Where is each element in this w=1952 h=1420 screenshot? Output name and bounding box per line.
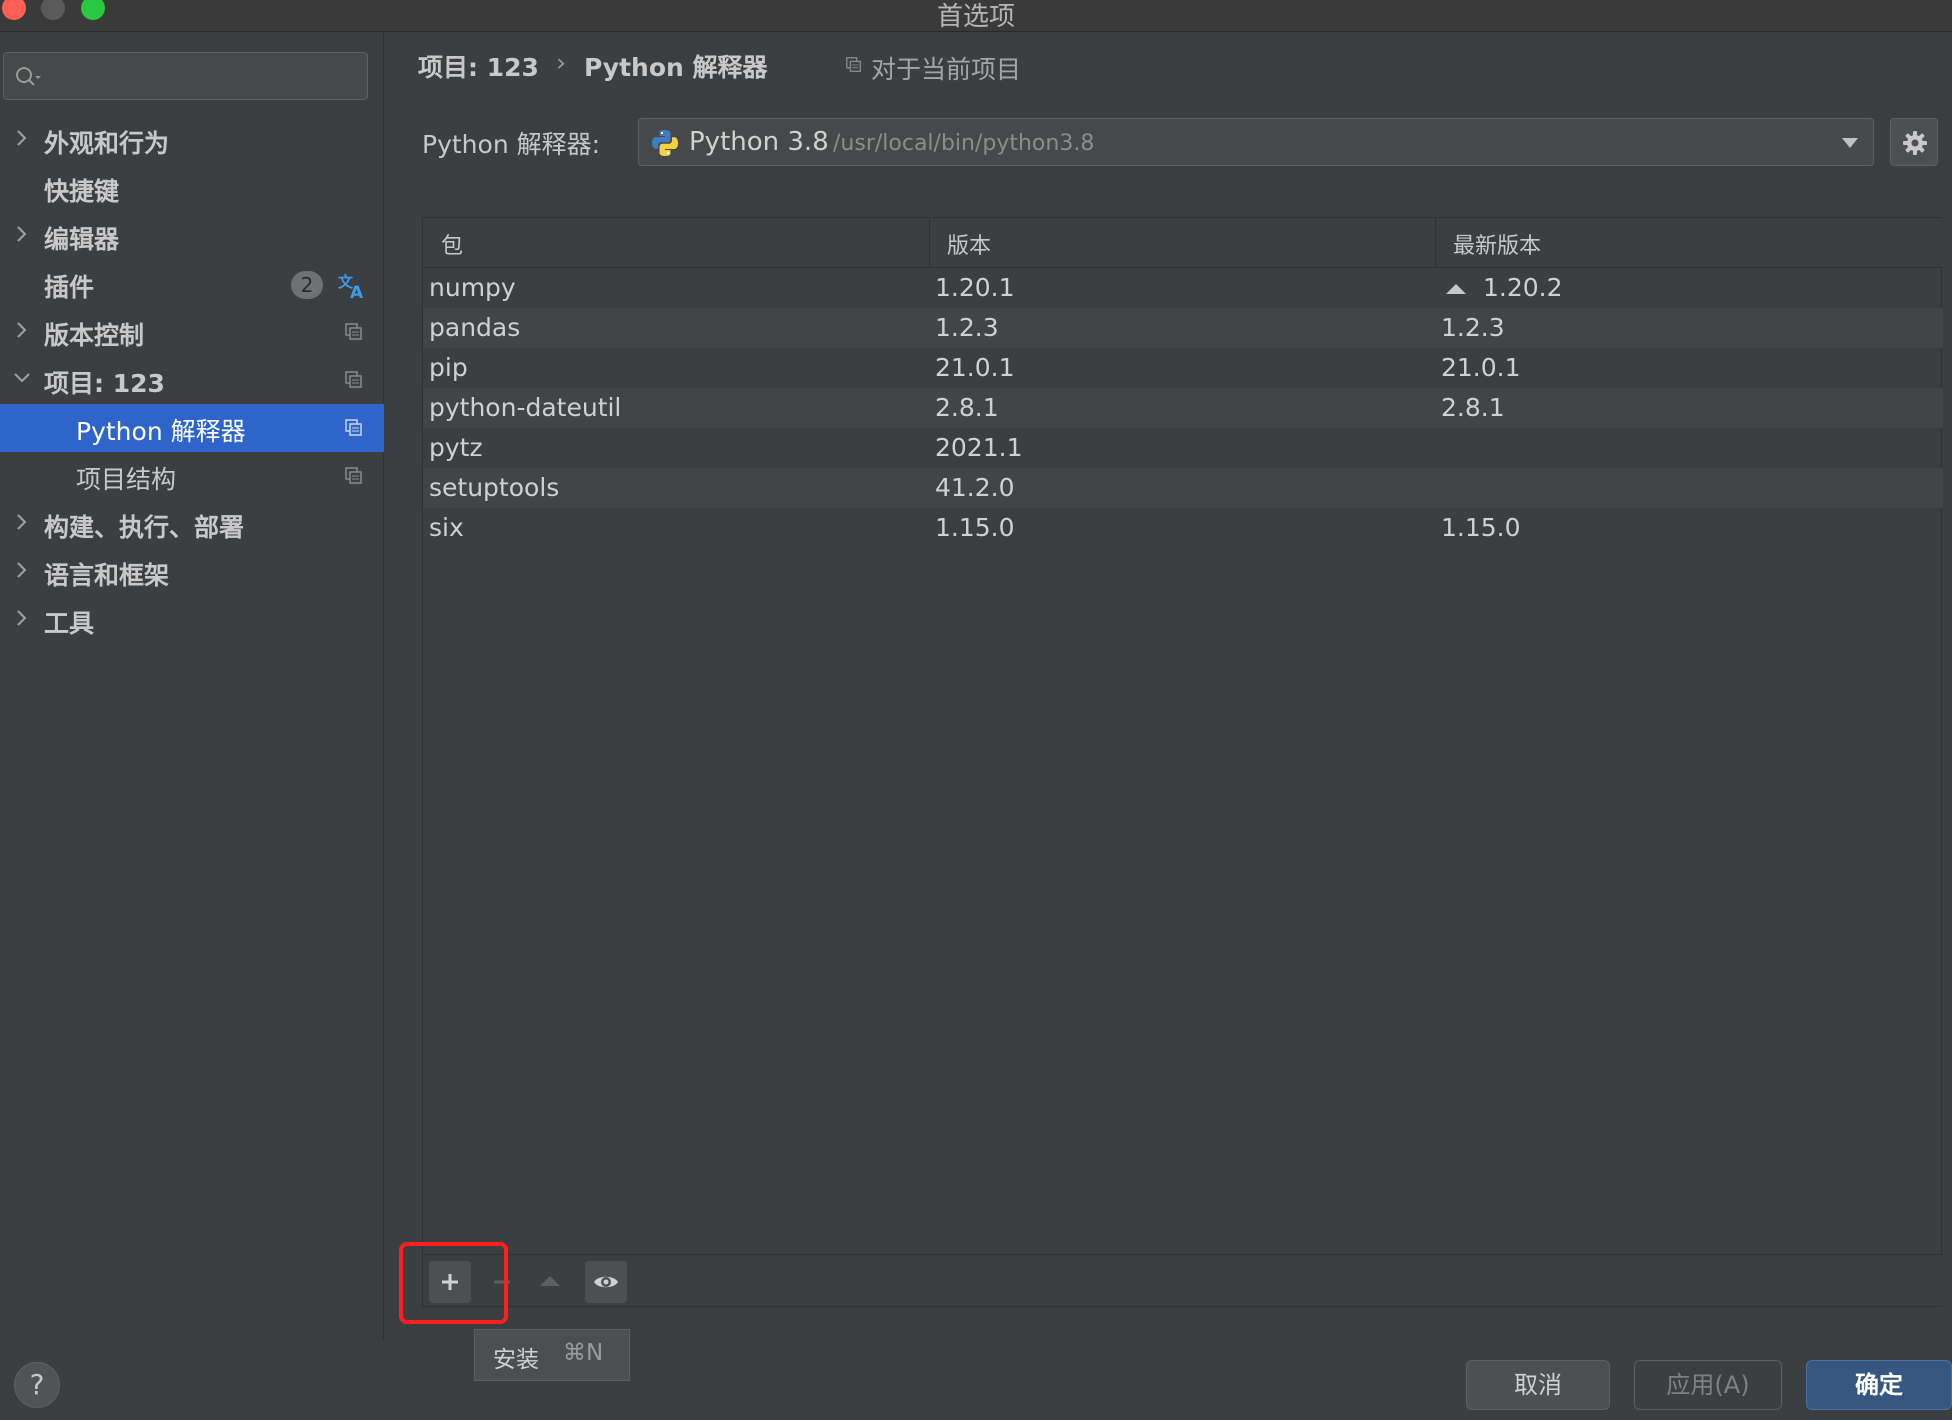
sidebar-item-build-execution-deployment[interactable]: 构建、执行、部署 [0,500,384,548]
sidebar-item-project-structure[interactable]: 项目结构 [0,452,384,500]
apply-button[interactable]: 应用(A) [1634,1360,1782,1410]
tooltip-label: 安装 [493,1347,539,1373]
package-version: 1.20.1 [935,273,1015,302]
project-scope-icon [846,57,861,72]
chevron-right-icon [17,610,27,626]
show-early-releases-button[interactable] [585,1261,627,1303]
package-latest-version: 21.0.1 [1441,353,1521,382]
interpreter-name: Python 3.8 [689,127,829,157]
sidebar-item-label: 编辑器 [44,225,120,254]
table-row[interactable]: pandas 1.2.3 1.2.3 [423,308,1943,348]
breadcrumb-item-python-interpreter: Python 解释器 [584,53,768,82]
sidebar-item-label: 工具 [44,609,95,638]
package-name: numpy [429,273,516,302]
install-tooltip: 安装 ⌘N [474,1329,630,1381]
package-name: python-dateutil [429,393,622,422]
svg-text:A: A [350,283,364,300]
gear-icon [1903,131,1927,155]
chevron-down-icon [14,373,30,383]
chevron-right-icon [17,322,27,338]
sidebar-item-label: 项目: 123 [44,369,165,398]
interpreter-path: /usr/local/bin/python3.8 [833,131,1095,156]
chevron-right-icon [17,562,27,578]
package-latest-version: 2.8.1 [1441,393,1505,422]
chevron-right-icon [17,130,27,146]
upgrade-arrow-icon [540,1276,560,1286]
scope-label-text: 对于当前项目 [871,55,1022,84]
table-row[interactable]: python-dateutil 2.8.1 2.8.1 [423,388,1943,428]
package-version: 21.0.1 [935,353,1015,382]
upgrade-available-icon [1446,284,1466,294]
sidebar-item-label: 版本控制 [44,321,145,350]
table-row[interactable]: pytz 2021.1 [423,428,1943,468]
sidebar-item-python-interpreter[interactable]: Python 解释器 [0,404,384,452]
sidebar-item-label: 语言和框架 [44,561,170,590]
cancel-button[interactable]: 取消 [1466,1360,1610,1410]
interpreter-select[interactable]: Python 3.8 /usr/local/bin/python3.8 [638,118,1874,166]
sidebar-item-editor[interactable]: 编辑器 [0,212,384,260]
window-title: 首选项 [936,2,1015,32]
sidebar-item-appearance[interactable]: 外观和行为 [0,116,384,164]
ok-button[interactable]: 确定 [1806,1360,1952,1410]
package-name: setuptools [429,473,560,502]
package-name: pip [429,353,468,382]
breadcrumb-separator: › [556,48,566,77]
sidebar-item-label: 插件 [44,273,95,302]
sidebar-item-label: 项目结构 [76,465,177,494]
table-row[interactable]: pip 21.0.1 21.0.1 [423,348,1943,388]
python-logo-icon [652,130,678,156]
project-scope-icon [345,419,362,436]
title-bar: 首选项 [0,0,1952,32]
package-version: 1.2.3 [935,313,999,342]
upgrade-package-button[interactable] [529,1261,571,1303]
sidebar-item-project[interactable]: 项目: 123 [0,356,384,404]
package-name: pytz [429,433,483,462]
sidebar-item-keymap[interactable]: 快捷键 [0,164,384,212]
sidebar-item-label: 快捷键 [44,177,120,206]
table-row[interactable]: setuptools 41.2.0 [423,468,1943,508]
packages-table: 包 版本 最新版本 numpy 1.20.1 1.20.2 pandas 1.2… [422,217,1943,1307]
project-scope-icon [345,371,362,388]
settings-sidebar: 外观和行为 快捷键 编辑器 插件 2 文 A 版本控制 项目: 123 Pyth… [0,32,384,1340]
package-name: pandas [429,313,521,342]
sidebar-item-label: 外观和行为 [44,129,170,158]
interpreter-label: Python 解释器: [422,130,601,159]
table-header: 包 版本 最新版本 [423,218,1943,268]
sidebar-item-plugins[interactable]: 插件 2 文 A [0,260,384,308]
sidebar-item-label: Python 解释器 [76,417,246,446]
highlight-annotation-box [399,1242,508,1324]
dropdown-arrow-icon [1842,138,1858,148]
package-latest-version: 1.15.0 [1441,513,1521,542]
tooltip-shortcut: ⌘N [563,1340,604,1366]
package-version: 2021.1 [935,433,1023,462]
help-button[interactable]: ? [14,1362,60,1408]
plugin-updates-badge: 2 [291,271,323,299]
column-header-version[interactable]: 版本 [947,228,991,260]
package-version: 41.2.0 [935,473,1015,502]
table-toolbar [423,1254,1943,1306]
search-icon [16,67,41,86]
column-header-package[interactable]: 包 [441,228,463,260]
column-header-latest-version[interactable]: 最新版本 [1453,228,1541,260]
package-version: 1.15.0 [935,513,1015,542]
sidebar-item-label: 构建、执行、部署 [44,513,245,542]
package-latest-version: 1.2.3 [1441,313,1505,342]
chevron-right-icon [17,514,27,530]
translate-icon: 文 A [338,273,364,300]
project-scope-icon [345,323,362,340]
sidebar-item-languages-frameworks[interactable]: 语言和框架 [0,548,384,596]
sidebar-item-tools[interactable]: 工具 [0,596,384,644]
package-name: six [429,513,464,542]
table-row[interactable]: numpy 1.20.1 1.20.2 [423,268,1943,308]
chevron-right-icon [17,226,27,242]
sidebar-item-version-control[interactable]: 版本控制 [0,308,384,356]
table-row[interactable]: six 1.15.0 1.15.0 [423,508,1943,548]
eye-icon [594,1276,618,1288]
package-latest-version: 1.20.2 [1483,273,1563,302]
package-version: 2.8.1 [935,393,999,422]
search-input[interactable] [3,52,368,100]
interpreter-settings-button[interactable] [1890,118,1938,166]
project-scope-icon [345,467,362,484]
breadcrumb-item-project[interactable]: 项目: 123 [418,48,539,84]
